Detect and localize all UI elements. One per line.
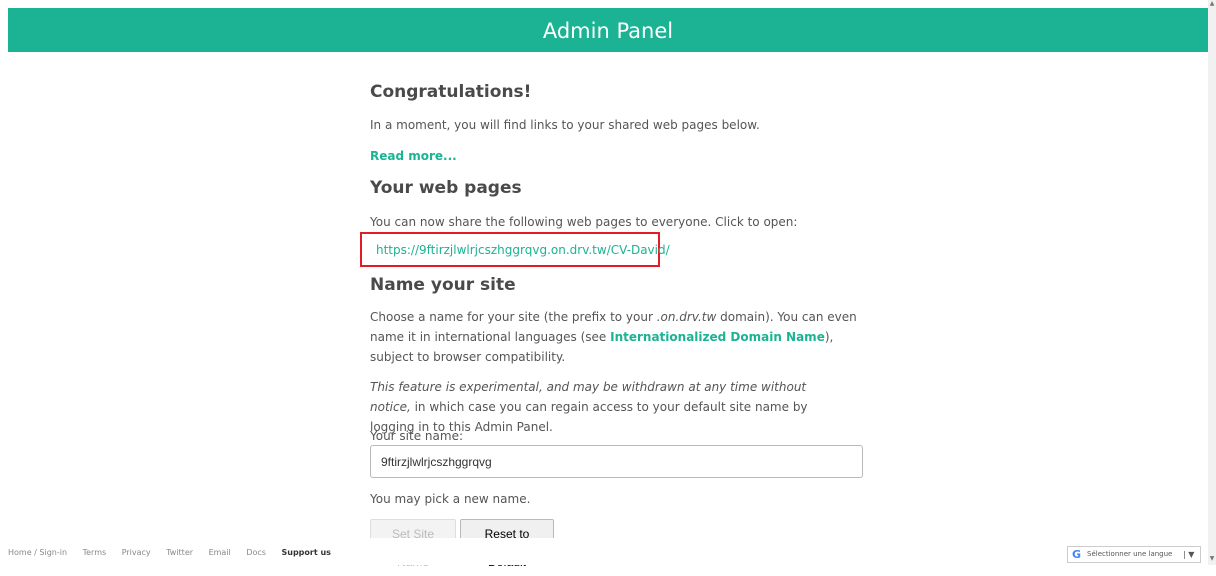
scroll-up-icon[interactable]: ▲ — [1208, 0, 1216, 10]
name-site-heading: Name your site — [370, 275, 516, 295]
web-pages-heading: Your web pages — [370, 178, 522, 198]
name-site-description: Choose a name for your site (the prefix … — [370, 307, 860, 367]
google-icon: G — [1072, 548, 1082, 561]
shared-page-link[interactable]: https://9ftirzjlwlrjcszhggrqvg.on.drv.tw… — [376, 243, 670, 257]
scrollbar[interactable]: ▲ ▼ — [1208, 0, 1216, 565]
footer-link-home[interactable]: Home / Sign-in — [8, 548, 67, 557]
footer-link-support[interactable]: Support us — [282, 548, 331, 557]
domain-suffix: .on.drv.tw — [656, 310, 717, 324]
read-more-link[interactable]: Read more... — [370, 149, 457, 163]
language-select-label: Sélectionner une langue — [1087, 550, 1173, 558]
web-pages-text: You can now share the following web page… — [370, 215, 798, 229]
footer-link-email[interactable]: Email — [209, 548, 231, 557]
page-title: Admin Panel — [542, 19, 674, 43]
dropdown-arrow-icon: | ▼ — [1183, 550, 1195, 559]
site-name-label: Your site name: — [370, 429, 463, 443]
footer-link-twitter[interactable]: Twitter — [166, 548, 193, 557]
site-name-input[interactable] — [370, 445, 863, 478]
congrats-heading: Congratulations! — [370, 82, 532, 102]
desc-text-a: Choose a name for your site (the prefix … — [370, 310, 657, 324]
shared-link-box: https://9ftirzjlwlrjcszhggrqvg.on.drv.tw… — [360, 232, 670, 267]
footer: Home / Sign-in Terms Privacy Twitter Ema… — [0, 538, 1216, 565]
scroll-down-icon[interactable]: ▼ — [1208, 555, 1216, 565]
footer-link-privacy[interactable]: Privacy — [122, 548, 151, 557]
header-bar: Admin Panel — [8, 8, 1208, 52]
footer-links: Home / Sign-in Terms Privacy Twitter Ema… — [8, 548, 344, 557]
footer-link-docs[interactable]: Docs — [246, 548, 266, 557]
idn-link[interactable]: Internationalized Domain Name — [610, 330, 825, 344]
congrats-text: In a moment, you will find links to your… — [370, 118, 760, 132]
site-name-hint: You may pick a new name. — [370, 492, 531, 506]
language-selector[interactable]: G Sélectionner une langue | ▼ — [1067, 546, 1201, 563]
footer-link-terms[interactable]: Terms — [83, 548, 107, 557]
read-more-wrap: Read more... — [370, 146, 457, 166]
